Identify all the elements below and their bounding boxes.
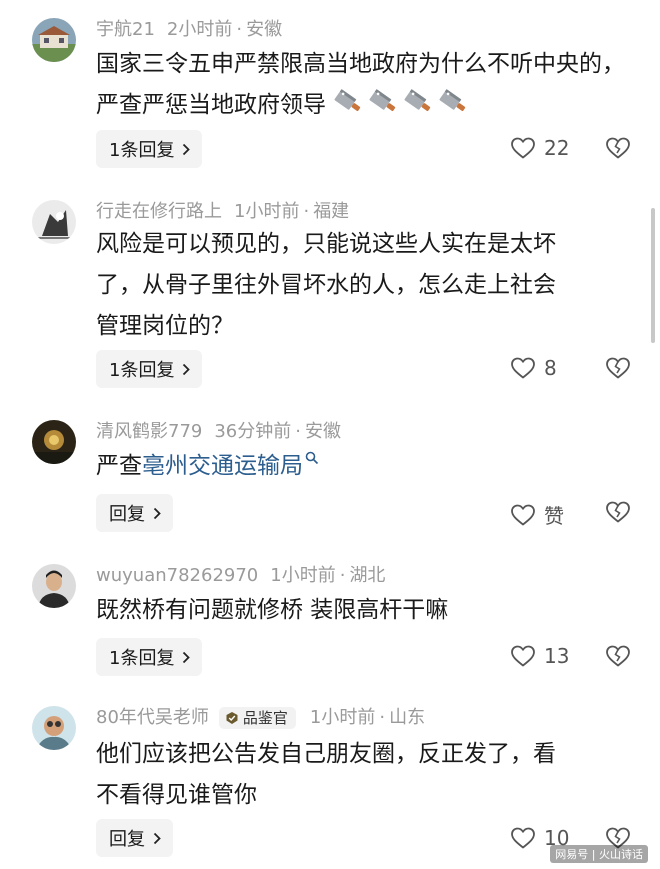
comment-text-line: 不看得见谁管你 — [96, 782, 257, 808]
broken-heart-icon — [606, 501, 630, 523]
comment-meta: 清风鹤影779 36分钟前 · 安徽 — [96, 420, 341, 444]
chevron-right-icon — [153, 832, 161, 844]
timestamp: 1小时前 — [234, 201, 300, 222]
like-button[interactable]: 22 — [510, 136, 569, 160]
reply-button[interactable]: 回复 — [96, 819, 173, 857]
comment-meta: 80年代吴老师 品鉴官 1小时前 · 山东 — [96, 706, 425, 730]
comment-text-content: 既然桥有问题就修桥 装限高杆干嘛 — [96, 597, 449, 623]
dislike-button[interactable] — [605, 500, 631, 528]
username[interactable]: 80年代吴老师 — [96, 706, 209, 730]
reply-label: 回复 — [109, 829, 145, 850]
view-replies-button[interactable]: 1条回复 — [96, 638, 203, 676]
dislike-button[interactable] — [605, 356, 631, 384]
location: 福建 — [313, 201, 350, 222]
comment-meta: 行走在修行路上 1小时前 · 福建 — [96, 200, 349, 224]
comment-list: 宇航21 2小时前 · 安徽 国家三令五申严禁限高当地政府为什么不听中央的，严查… — [0, 0, 660, 869]
comment-text: 既然桥有问题就修桥 装限高杆干嘛 — [96, 590, 636, 631]
comment-text: 他们应该把公告发自己朋友圈，反正发了，看 不看得见谁管你 — [96, 734, 636, 816]
avatar[interactable] — [32, 18, 76, 62]
chevron-right-icon — [183, 363, 191, 375]
heart-icon — [511, 645, 535, 667]
avatar[interactable] — [32, 706, 76, 750]
reviewer-badge[interactable]: 品鉴官 — [218, 707, 296, 729]
comment-text: 国家三令五申严禁限高当地政府为什么不听中央的，严查严惩当地政府领导 — [96, 44, 636, 130]
comment-text-content: 严查 — [96, 453, 142, 479]
meta-separator: · — [379, 707, 386, 728]
view-replies-button[interactable]: 1条回复 — [96, 130, 203, 168]
username[interactable]: wuyuan78262970 — [96, 564, 258, 588]
avatar[interactable] — [32, 420, 76, 464]
cleaver-icon — [331, 88, 361, 130]
broken-heart-icon — [606, 137, 630, 159]
timestamp: 36分钟前 — [214, 421, 292, 442]
scrollbar[interactable] — [651, 208, 655, 343]
like-count: 13 — [544, 644, 570, 668]
meta-separator: · — [303, 201, 310, 222]
comment-text-line: 了，从骨子里往外冒坏水的人，怎么走上社会 — [96, 272, 556, 298]
comment-meta: 宇航21 2小时前 · 安徽 — [96, 18, 282, 42]
comment-meta: wuyuan78262970 1小时前 · 湖北 — [96, 564, 385, 588]
comment-text-line: 管理岗位的？ — [96, 313, 234, 339]
like-count: 8 — [544, 356, 557, 380]
location: 安徽 — [246, 19, 283, 40]
timestamp: 1小时前 — [270, 565, 336, 586]
reply-label: 回复 — [109, 504, 145, 525]
heart-icon — [511, 827, 535, 849]
badge-check-icon — [226, 712, 238, 724]
watermark: 网易号 | 火山诗话 — [550, 845, 648, 863]
timestamp: 2小时前 — [166, 19, 233, 40]
cleaver-icon — [436, 88, 466, 130]
badge-label: 品鉴官 — [242, 709, 288, 727]
username[interactable]: 清风鹤影779 — [96, 420, 202, 444]
comment-text: 严查亳州交通运输局 — [96, 446, 636, 487]
comment-text: 风险是可以预见的，只能说这些人实在是太坏 了，从骨子里往外冒坏水的人，怎么走上社… — [96, 224, 636, 347]
username[interactable]: 行走在修行路上 — [96, 200, 222, 224]
dislike-button[interactable] — [605, 644, 631, 672]
heart-icon — [511, 357, 535, 379]
timestamp: 1小时前 — [309, 707, 376, 728]
location: 湖北 — [349, 565, 386, 586]
broken-heart-icon — [606, 645, 630, 667]
view-replies-button[interactable]: 1条回复 — [96, 350, 203, 388]
like-button[interactable]: 8 — [510, 356, 557, 380]
comment-text-line: 他们应该把公告发自己朋友圈，反正发了，看 — [96, 741, 556, 767]
like-button[interactable]: 13 — [510, 644, 569, 668]
reply-label: 1条回复 — [109, 648, 175, 669]
like-button[interactable]: 赞 — [510, 500, 564, 529]
chevron-right-icon — [183, 651, 191, 663]
broken-heart-icon — [606, 357, 630, 379]
chevron-right-icon — [183, 143, 191, 155]
heart-icon — [511, 137, 535, 159]
avatar[interactable] — [32, 200, 76, 244]
reply-button[interactable]: 回复 — [96, 494, 173, 532]
avatar[interactable] — [32, 564, 76, 608]
heart-icon — [511, 504, 535, 525]
location: 安徽 — [305, 421, 341, 442]
location: 山东 — [389, 707, 426, 728]
reply-label: 1条回复 — [109, 140, 175, 161]
like-count: 22 — [544, 136, 570, 160]
reply-label: 1条回复 — [109, 360, 175, 381]
meta-separator: · — [236, 19, 243, 40]
meta-separator: · — [339, 565, 346, 586]
cleaver-icon — [366, 88, 396, 130]
comment-text-line: 风险是可以预见的，只能说这些人实在是太坏 — [96, 231, 556, 257]
username[interactable]: 宇航21 — [96, 18, 155, 42]
cleaver-icon — [401, 88, 431, 130]
search-link[interactable]: 亳州交通运输局 — [142, 453, 303, 479]
like-count: 赞 — [544, 504, 564, 528]
search-icon[interactable] — [305, 451, 319, 465]
dislike-button[interactable] — [605, 136, 631, 164]
chevron-right-icon — [153, 507, 161, 519]
meta-separator: · — [295, 421, 301, 442]
